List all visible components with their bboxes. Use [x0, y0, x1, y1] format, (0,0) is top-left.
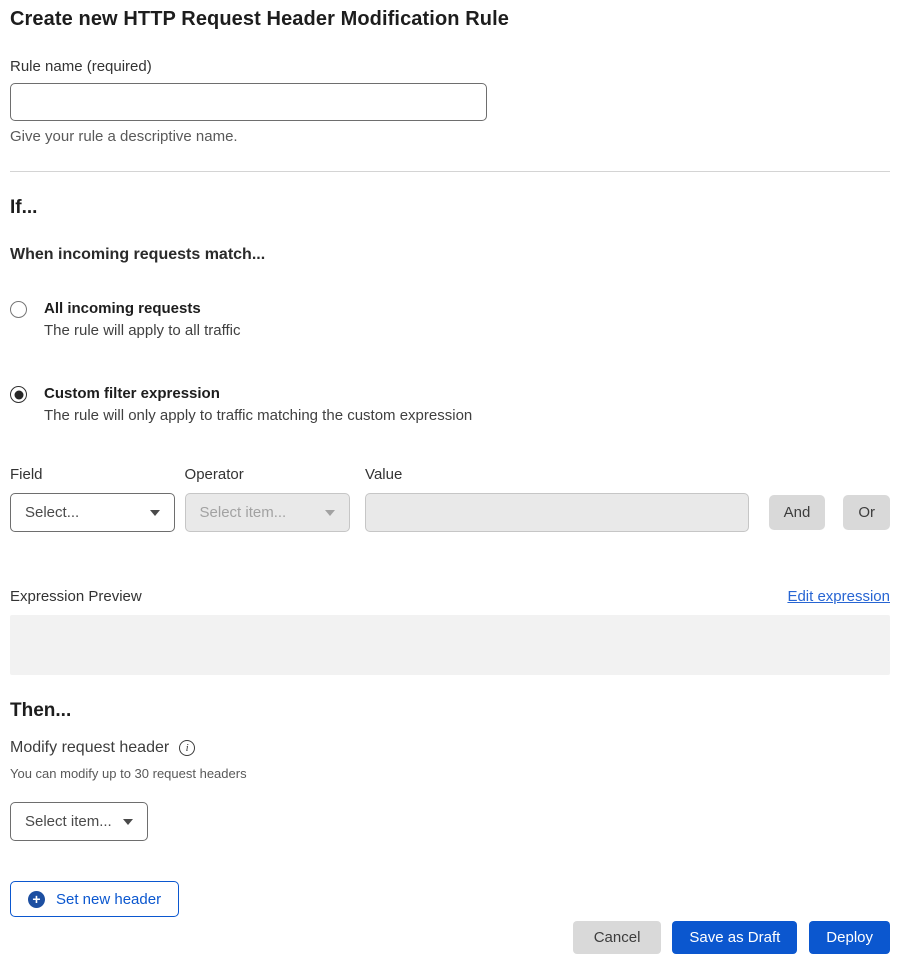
- info-icon[interactable]: i: [179, 740, 195, 756]
- radio-label-custom-expression: Custom filter expression: [44, 385, 472, 402]
- rule-name-group: Rule name (required) Give your rule a de…: [10, 58, 890, 145]
- operator-label: Operator: [185, 466, 351, 483]
- save-as-draft-button[interactable]: Save as Draft: [672, 921, 797, 954]
- and-button[interactable]: And: [769, 495, 826, 530]
- radio-desc-custom-expression: The rule will only apply to traffic matc…: [44, 407, 472, 424]
- footer-actions: Cancel Save as Draft Deploy: [10, 921, 890, 954]
- operator-select[interactable]: Select item...: [185, 493, 351, 532]
- operator-select-value: Select item...: [200, 504, 287, 521]
- match-subheading: When incoming requests match...: [10, 246, 890, 264]
- plus-icon: +: [28, 891, 45, 908]
- cancel-button[interactable]: Cancel: [573, 921, 662, 954]
- field-select[interactable]: Select...: [10, 493, 175, 532]
- radio-icon[interactable]: [10, 301, 27, 318]
- field-column: Field Select...: [10, 466, 175, 532]
- rule-name-input[interactable]: [10, 83, 487, 121]
- radio-label-all-requests: All incoming requests: [44, 300, 240, 317]
- header-action-select[interactable]: Select item...: [10, 802, 148, 841]
- radio-option-custom-expression[interactable]: Custom filter expression The rule will o…: [10, 385, 890, 424]
- create-rule-form: Create new HTTP Request Header Modificat…: [0, 0, 899, 972]
- expression-preview-label: Expression Preview: [10, 588, 142, 605]
- header-action-select-value: Select item...: [25, 813, 112, 830]
- radio-text: Custom filter expression The rule will o…: [44, 385, 472, 424]
- page-title: Create new HTTP Request Header Modificat…: [10, 8, 890, 31]
- or-button[interactable]: Or: [843, 495, 890, 530]
- operator-column: Operator Select item...: [185, 466, 351, 532]
- modify-header-helper: You can modify up to 30 request headers: [10, 766, 890, 781]
- radio-option-all-requests[interactable]: All incoming requests The rule will appl…: [10, 300, 890, 339]
- chevron-down-icon: [325, 510, 335, 516]
- expression-preview-box: [10, 615, 890, 675]
- expression-preview-header: Expression Preview Edit expression: [10, 588, 890, 605]
- radio-icon[interactable]: [10, 386, 27, 403]
- rule-name-label: Rule name (required): [10, 58, 890, 75]
- modify-header-row: Modify request header i: [10, 739, 890, 757]
- value-label: Value: [365, 466, 749, 483]
- chevron-down-icon: [123, 819, 133, 825]
- field-select-value: Select...: [25, 504, 79, 521]
- deploy-button[interactable]: Deploy: [809, 921, 890, 954]
- rule-name-helper: Give your rule a descriptive name.: [10, 128, 890, 145]
- expression-builder-row: Field Select... Operator Select item... …: [10, 466, 890, 532]
- radio-desc-all-requests: The rule will apply to all traffic: [44, 322, 240, 339]
- modify-header-label: Modify request header: [10, 739, 169, 757]
- then-heading: Then...: [10, 700, 890, 722]
- if-heading: If...: [10, 197, 890, 219]
- set-new-header-label: Set new header: [56, 891, 161, 908]
- radio-text: All incoming requests The rule will appl…: [44, 300, 240, 339]
- field-label: Field: [10, 466, 175, 483]
- section-divider: [10, 171, 890, 172]
- chevron-down-icon: [150, 510, 160, 516]
- value-input[interactable]: [365, 493, 749, 532]
- edit-expression-link[interactable]: Edit expression: [787, 588, 890, 605]
- value-column: Value: [365, 466, 749, 532]
- set-new-header-button[interactable]: + Set new header: [10, 881, 179, 917]
